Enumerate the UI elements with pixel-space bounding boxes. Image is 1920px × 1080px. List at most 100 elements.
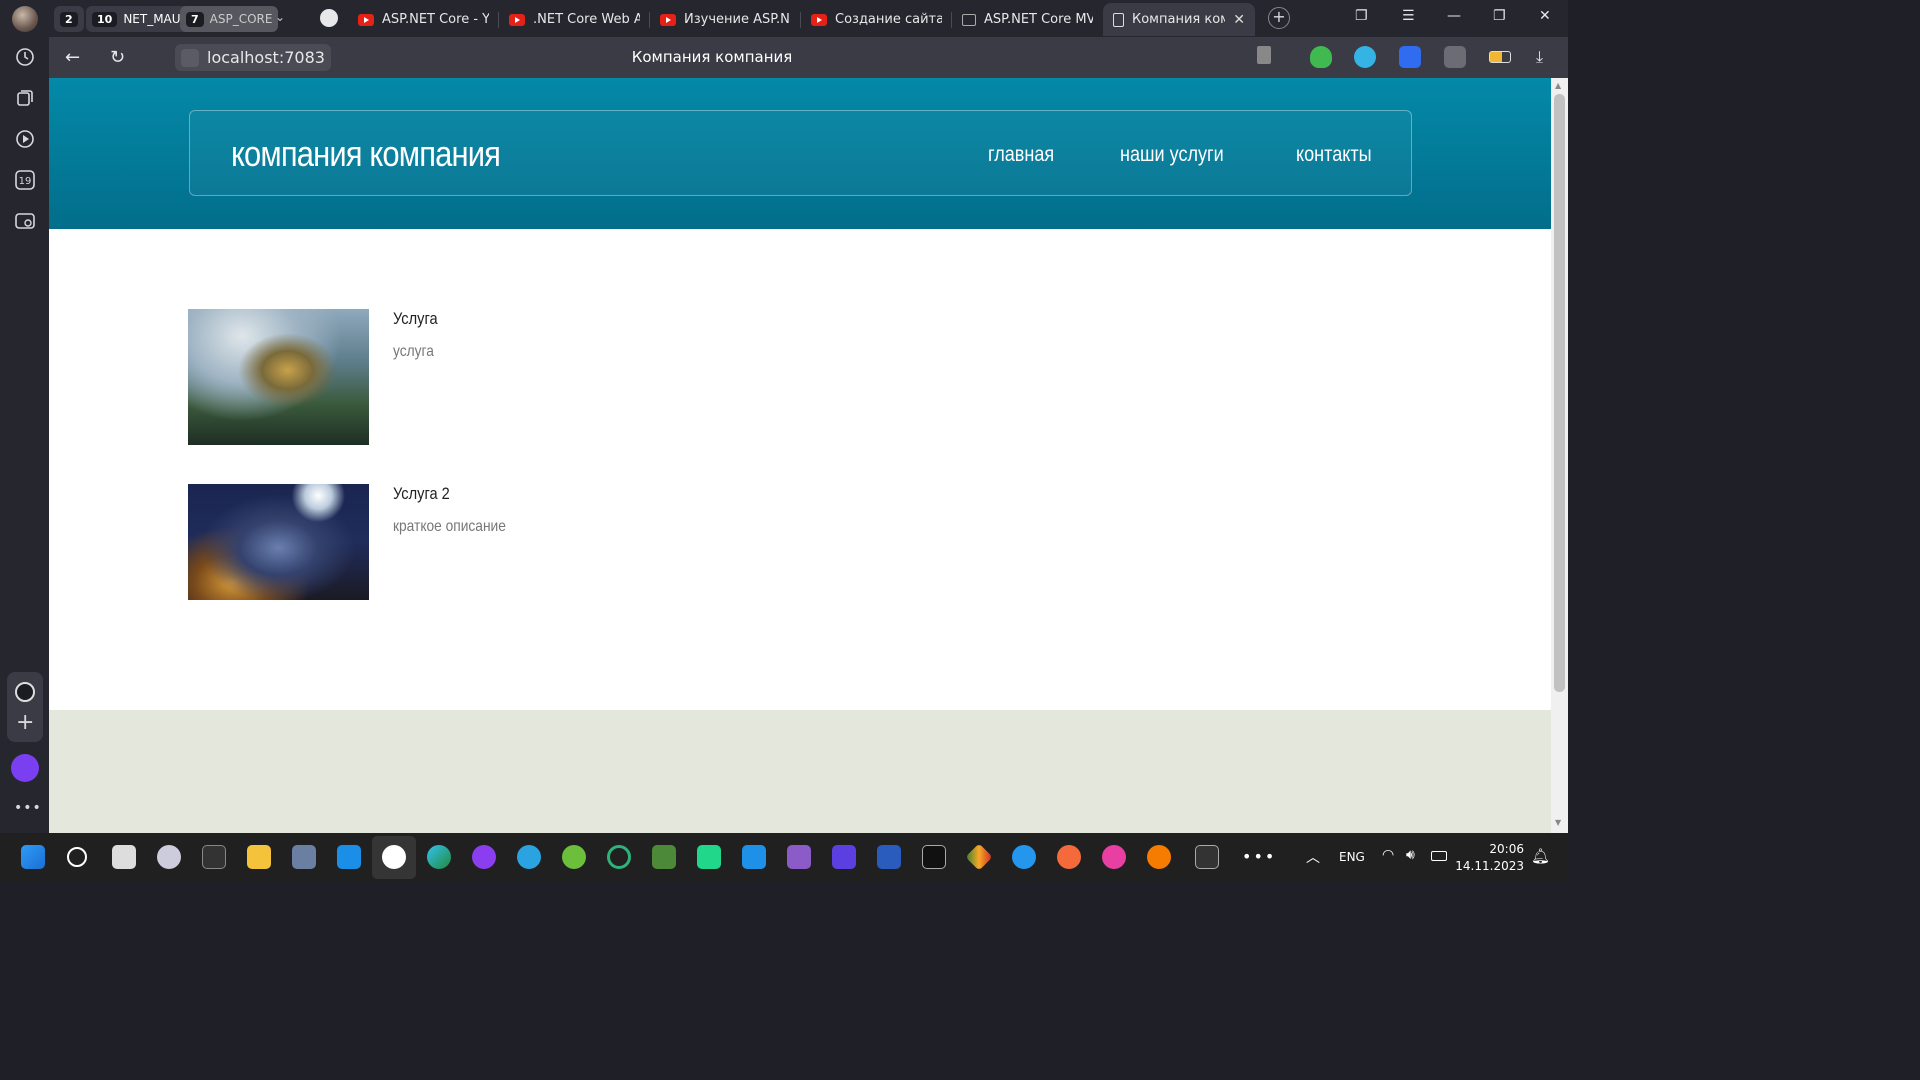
back-icon[interactable]: ← bbox=[65, 47, 80, 68]
tab-youtube-4[interactable]: Создание сайта с bbox=[801, 3, 952, 36]
visual-studio-icon[interactable] bbox=[787, 845, 811, 869]
bookmark-icon[interactable] bbox=[1257, 46, 1271, 64]
tor-icon[interactable] bbox=[472, 845, 496, 869]
add-icon[interactable]: + bbox=[16, 712, 34, 734]
menu-icon[interactable]: ☰ bbox=[1402, 8, 1415, 24]
yandex-browser-icon[interactable] bbox=[382, 845, 406, 869]
page-icon bbox=[1113, 12, 1124, 27]
tab-youtube-1[interactable]: ASP.NET Core - Yo bbox=[348, 3, 499, 36]
tray-chevron-up-icon[interactable]: ︿ bbox=[1306, 847, 1320, 867]
qbittorrent-icon[interactable] bbox=[607, 845, 631, 869]
volume-icon[interactable]: 🔊︎ bbox=[1406, 847, 1415, 863]
history-icon[interactable] bbox=[10, 42, 40, 72]
battery-extension-icon[interactable] bbox=[1489, 51, 1511, 63]
gitzip-extension-icon[interactable] bbox=[1444, 46, 1466, 68]
tab-group-count: 2 bbox=[60, 11, 78, 27]
weather-icon[interactable] bbox=[157, 845, 181, 869]
calculator-icon[interactable] bbox=[292, 845, 316, 869]
terminal-icon[interactable] bbox=[922, 845, 946, 869]
calendar-icon[interactable]: 19 bbox=[10, 165, 40, 195]
tab-groups-chevron-down-icon[interactable]: ⌄ bbox=[275, 10, 285, 24]
tab-group-1[interactable]: 2 bbox=[54, 6, 84, 32]
shield-extension-icon[interactable] bbox=[1310, 46, 1332, 68]
edge-icon[interactable] bbox=[427, 845, 451, 869]
tab-group-asp-core[interactable]: 7 ASP_CORE bbox=[180, 6, 279, 32]
close-window-icon[interactable]: ✕ bbox=[1539, 8, 1551, 24]
youtube-icon bbox=[660, 13, 676, 26]
powershell-icon[interactable] bbox=[877, 845, 901, 869]
screenshot-icon[interactable] bbox=[10, 206, 40, 236]
minimize-icon[interactable]: — bbox=[1447, 8, 1461, 24]
alice-icon[interactable] bbox=[11, 754, 39, 782]
pycharm-icon[interactable] bbox=[697, 845, 721, 869]
clock-time: 20:06 bbox=[1489, 842, 1524, 856]
service-image[interactable] bbox=[188, 309, 369, 445]
tab-manager-icon[interactable]: ❐ bbox=[1355, 8, 1368, 24]
youtube-icon bbox=[358, 13, 374, 26]
taskbar: ••• ︿ ENG ◠ 🔊︎ 20:06 14.11.2023 🔔︎ bbox=[0, 833, 1568, 882]
windows-start-icon[interactable] bbox=[21, 845, 45, 869]
docker-icon[interactable] bbox=[1012, 845, 1036, 869]
service-title[interactable]: Услуга 2 bbox=[393, 484, 506, 504]
video-icon[interactable] bbox=[10, 124, 40, 154]
nav-link-services[interactable]: наши услуги bbox=[1120, 143, 1224, 167]
github-icon[interactable] bbox=[320, 9, 338, 27]
search-icon[interactable] bbox=[67, 847, 87, 867]
site-nav: главная наши услуги контакты bbox=[988, 143, 1383, 167]
gmail-icon bbox=[962, 13, 976, 26]
postman-icon[interactable] bbox=[1057, 845, 1081, 869]
collections-icon[interactable] bbox=[10, 83, 40, 113]
scroll-up-icon[interactable]: ▲ bbox=[1555, 81, 1561, 90]
web-page: компания компания главная наши услуги ко… bbox=[49, 78, 1551, 833]
service-title[interactable]: Услуга bbox=[393, 309, 438, 329]
wifi-icon[interactable]: ◠ bbox=[1382, 847, 1394, 863]
more-icon[interactable]: ••• bbox=[14, 800, 42, 816]
tab-active-company[interactable]: Компания ком ✕ bbox=[1103, 3, 1255, 36]
service-item: Услуга 2 краткое описание bbox=[188, 484, 524, 600]
notifications-icon[interactable]: 🔔︎ bbox=[1531, 847, 1550, 865]
tab-gmail[interactable]: ASP.NET Core MV bbox=[952, 3, 1103, 36]
service-image[interactable] bbox=[188, 484, 369, 600]
blender-icon[interactable] bbox=[1147, 845, 1171, 869]
notepad-plus-icon[interactable] bbox=[652, 845, 676, 869]
profile-avatar[interactable] bbox=[12, 6, 38, 32]
tab-group-count: 7 bbox=[186, 11, 204, 27]
youtube-icon bbox=[811, 13, 827, 26]
scrollbar-thumb[interactable] bbox=[1554, 94, 1565, 692]
clock[interactable]: 20:06 14.11.2023 bbox=[1455, 841, 1524, 875]
service-item: Услуга услуга bbox=[188, 309, 445, 445]
windows-terminal-icon[interactable] bbox=[1195, 845, 1219, 869]
url-field[interactable]: localhost:7083 bbox=[175, 44, 331, 71]
wps-icon[interactable] bbox=[1102, 845, 1126, 869]
new-tab-icon[interactable]: + bbox=[1268, 7, 1290, 29]
language-indicator[interactable]: ENG bbox=[1339, 850, 1365, 864]
nav-link-contacts[interactable]: контакты bbox=[1296, 143, 1372, 167]
site-brand[interactable]: компания компания bbox=[231, 133, 501, 175]
battery-icon[interactable] bbox=[1431, 851, 1447, 861]
nav-link-home[interactable]: главная bbox=[988, 143, 1054, 167]
scroll-down-icon[interactable]: ▼ bbox=[1555, 818, 1561, 827]
tab-group-net-maui[interactable]: 10 NET_MAUI bbox=[86, 6, 191, 32]
vscode-icon[interactable] bbox=[742, 845, 766, 869]
lock-icon[interactable] bbox=[181, 48, 199, 67]
telegram-icon[interactable] bbox=[517, 845, 541, 869]
utorrent-icon[interactable] bbox=[562, 845, 586, 869]
mail-icon[interactable] bbox=[337, 845, 361, 869]
file-explorer-icon[interactable] bbox=[247, 845, 271, 869]
notion-icon[interactable] bbox=[202, 845, 226, 869]
tab-youtube-3[interactable]: Изучение ASP.NE bbox=[650, 3, 801, 36]
close-tab-icon[interactable]: ✕ bbox=[1233, 12, 1245, 28]
tab-youtube-2[interactable]: .NET Core Web AI bbox=[499, 3, 650, 36]
dotpeek-icon[interactable] bbox=[832, 845, 856, 869]
more-apps-icon[interactable]: ••• bbox=[1242, 847, 1276, 866]
bitwarden-extension-icon[interactable] bbox=[1399, 46, 1421, 68]
reload-icon[interactable]: ↻ bbox=[110, 47, 125, 68]
assistant-icon[interactable] bbox=[15, 682, 35, 702]
tab-strip: 2 10 NET_MAUI 7 ASP_CORE ⌄ ASP.NET Core … bbox=[49, 0, 1568, 37]
page-scrollbar[interactable]: ▲ ▼ bbox=[1551, 78, 1568, 833]
download-icon[interactable]: ⤓ bbox=[1536, 47, 1543, 67]
git-icon[interactable] bbox=[965, 843, 993, 871]
restore-icon[interactable]: ❐ bbox=[1493, 8, 1506, 24]
chat-extension-icon[interactable] bbox=[1354, 46, 1376, 68]
task-view-icon[interactable] bbox=[112, 845, 136, 869]
